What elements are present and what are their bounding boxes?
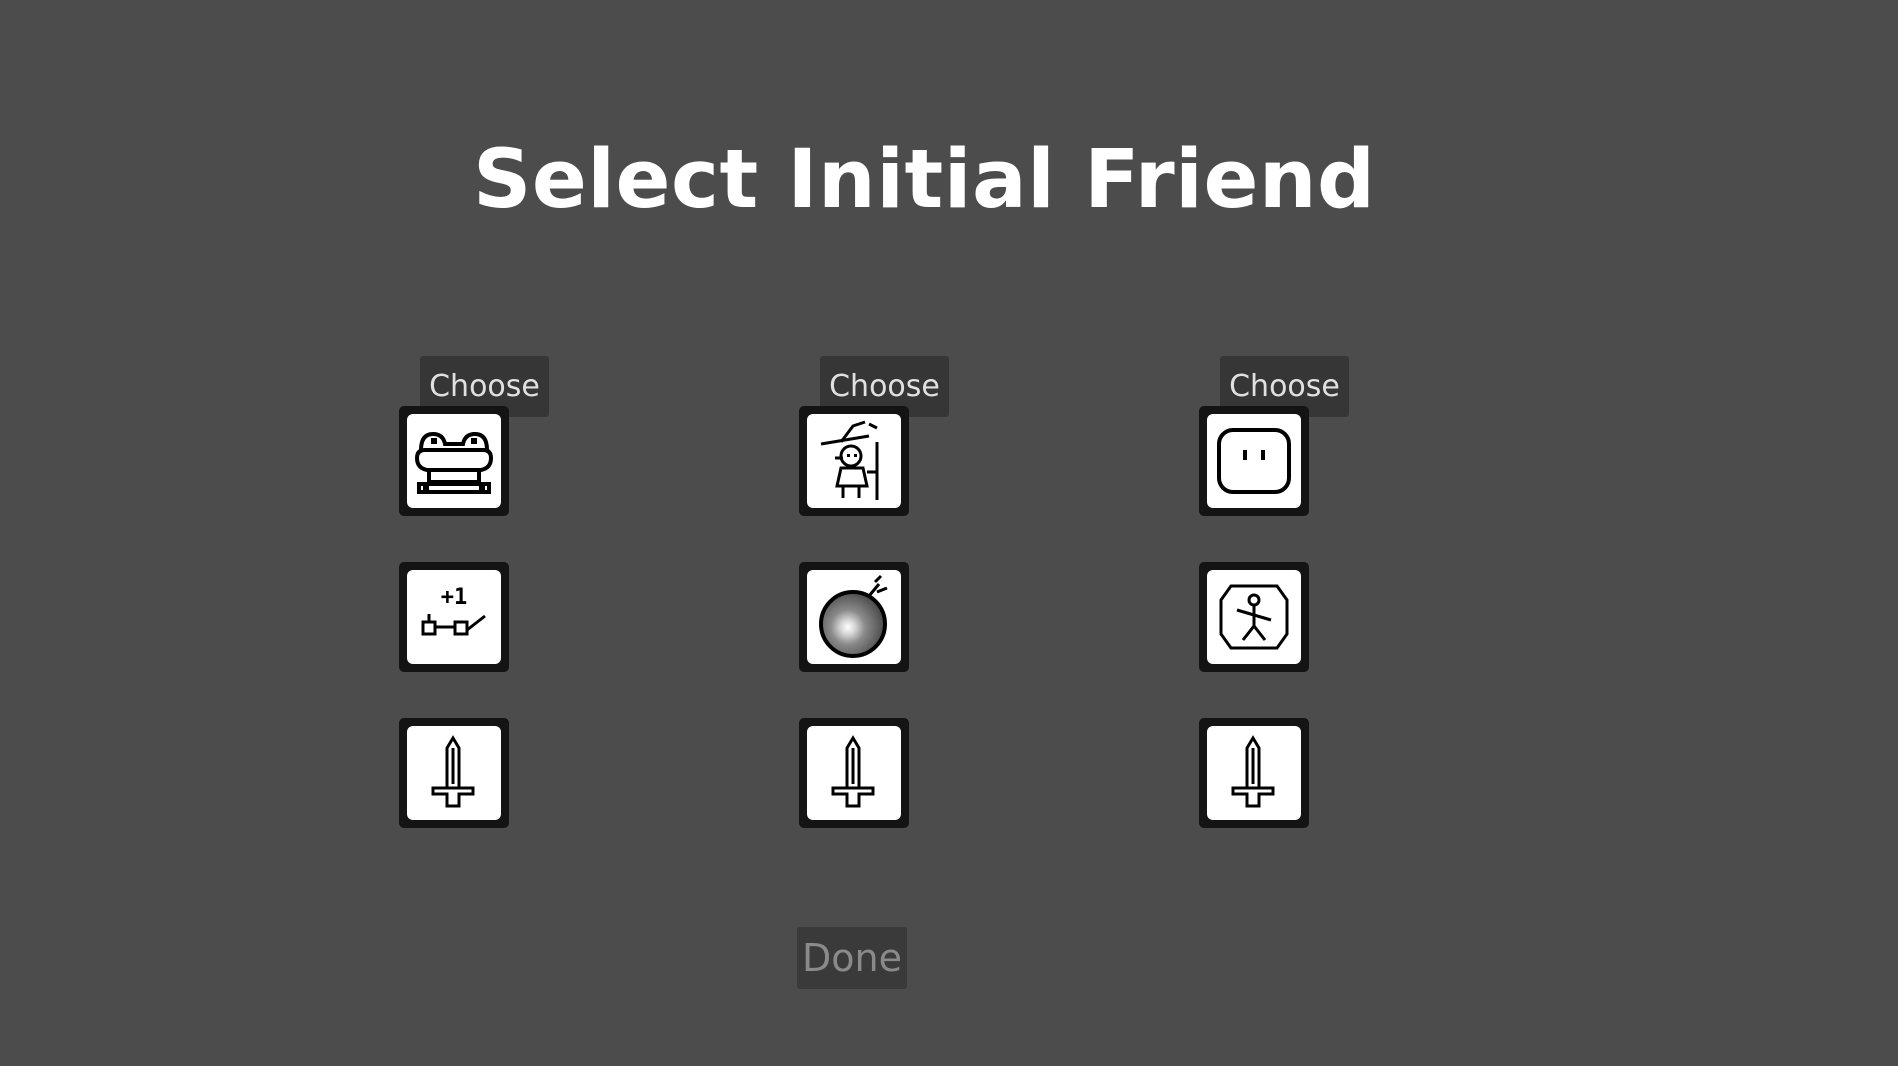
wizard-icon [820, 420, 879, 500]
frog-icon [414, 431, 494, 494]
friend-option-1: Choose +1 [399, 356, 559, 828]
sword-icon [1231, 735, 1275, 808]
glasses-plus-one-icon: +1 [421, 585, 486, 636]
friend-option-2: Choose [799, 356, 959, 828]
sword-icon [431, 735, 475, 808]
page-title: Select Initial Friend [473, 133, 1376, 227]
blob-face-icon [1217, 428, 1291, 494]
weapon-card [799, 718, 909, 828]
friend-card [399, 406, 509, 516]
item-card [799, 562, 909, 672]
item-card [1199, 562, 1309, 672]
done-button[interactable]: Done [797, 927, 907, 989]
sword-icon [831, 735, 875, 808]
item-text: +1 [441, 585, 468, 610]
friend-select-screen: Select Initial Friend Choose +1 Choose C… [0, 0, 1898, 1066]
weapon-card [1199, 718, 1309, 828]
friend-option-3: Choose [1199, 356, 1359, 828]
item-card: +1 [399, 562, 509, 672]
friend-card [1199, 406, 1309, 516]
friend-card [799, 406, 909, 516]
stick-figure-rune-icon [1219, 584, 1289, 650]
weapon-card [399, 718, 509, 828]
bomb-icon [819, 574, 888, 658]
